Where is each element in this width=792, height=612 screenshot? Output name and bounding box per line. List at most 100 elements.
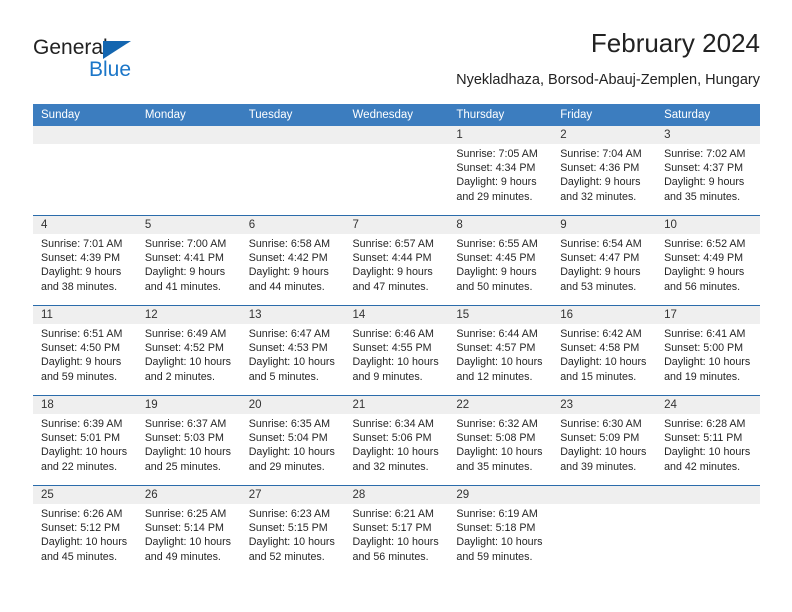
calendar-day-cell[interactable]: 15 Sunrise: 6:44 AM Sunset: 4:57 PM Dayligh… (448, 305, 553, 396)
day-number: 6 (240, 216, 345, 234)
day-daylight-line2-text: and 25 minutes. (144, 460, 221, 473)
day-cell-inner: 18 Sunrise: 6:39 AM Sunset: 5:01 PM Dayligh… (33, 396, 137, 485)
calendar-day-cell[interactable]: 5 Sunrise: 7:00 AM Sunset: 4:41 PM Daylight… (136, 215, 241, 306)
day-sunset-text: Sunset: 5:12 PM (41, 522, 121, 535)
day-sunset-text: Sunset: 5:18 PM (456, 522, 536, 535)
day-daylight-line2-text: and 35 minutes. (456, 460, 533, 473)
calendar-day-cell[interactable]: 2 Sunrise: 7:04 AM Sunset: 4:36 PM Daylight… (552, 126, 657, 216)
day-sunset-text: Sunset: 4:58 PM (560, 342, 640, 355)
calendar-day-cell[interactable]: 3 Sunrise: 7:02 AM Sunset: 4:37 PM Daylight… (656, 126, 760, 216)
day-sunset-text: Sunset: 4:55 PM (352, 342, 432, 355)
calendar-day-cell[interactable]: 9 Sunrise: 6:54 AM Sunset: 4:47 PM Daylight… (552, 215, 657, 306)
calendar-day-cell[interactable]: 4 Sunrise: 7:01 AM Sunset: 4:39 PM Daylight… (33, 215, 137, 306)
day-sunrise-text: Sunrise: 6:39 AM (41, 418, 123, 430)
calendar-day-cell[interactable]: 1 Sunrise: 7:05 AM Sunset: 4:34 PM Daylight… (448, 126, 553, 216)
day-cell-inner: 21 Sunrise: 6:34 AM Sunset: 5:06 PM Dayligh… (344, 396, 449, 485)
calendar-day-cell[interactable]: 21 Sunrise: 6:34 AM Sunset: 5:06 PM Dayligh… (344, 395, 449, 486)
calendar-day-cell[interactable]: 28 Sunrise: 6:21 AM Sunset: 5:17 PM Dayligh… (344, 485, 449, 575)
day-number: 12 (136, 306, 241, 324)
calendar-day-cell[interactable]: 18 Sunrise: 6:39 AM Sunset: 5:01 PM Dayligh… (33, 395, 137, 486)
calendar-day-cell[interactable]: 26 Sunrise: 6:25 AM Sunset: 5:14 PM Dayligh… (136, 485, 241, 575)
calendar-day-cell[interactable]: 27 Sunrise: 6:23 AM Sunset: 5:15 PM Dayligh… (240, 485, 345, 575)
day-cell-inner: 16 Sunrise: 6:42 AM Sunset: 4:58 PM Dayligh… (552, 306, 657, 395)
day-sunrise-text: Sunrise: 7:05 AM (456, 148, 538, 160)
calendar-day-cell[interactable]: 11 Sunrise: 6:51 AM Sunset: 4:50 PM Dayligh… (33, 305, 137, 396)
day-daylight-line1-text: Daylight: 10 hours (248, 446, 335, 459)
day-daylight-line1-text: Daylight: 10 hours (248, 536, 335, 549)
day-sunrise-text: Sunrise: 6:37 AM (144, 418, 227, 430)
day-daylight-line1-text: Daylight: 9 hours (664, 266, 745, 279)
calendar-day-cell[interactable]: 24 Sunrise: 6:28 AM Sunset: 5:11 PM Dayligh… (656, 395, 760, 486)
day-sunrise-text: Sunrise: 6:46 AM (352, 328, 434, 340)
day-sun-info: Sunrise: 6:41 AM Sunset: 5:00 PM Daylight:… (656, 324, 760, 384)
day-sun-info: Sunrise: 7:02 AM Sunset: 4:37 PM Daylight:… (656, 144, 760, 204)
day-daylight-line1-text: Daylight: 10 hours (560, 446, 647, 459)
calendar-day-cell[interactable]: 23 Sunrise: 6:30 AM Sunset: 5:09 PM Dayligh… (552, 395, 657, 486)
day-sunset-text: Sunset: 5:04 PM (248, 432, 328, 445)
day-daylight-line1-text: Daylight: 9 hours (41, 266, 122, 279)
day-daylight-line1-text: Daylight: 10 hours (560, 356, 647, 369)
calendar-day-cell[interactable]: 19 Sunrise: 6:37 AM Sunset: 5:03 PM Dayligh… (136, 395, 241, 486)
calendar-day-cell[interactable]: 17 Sunrise: 6:41 AM Sunset: 5:00 PM Dayligh… (656, 305, 760, 396)
day-sunrise-text: Sunrise: 6:44 AM (456, 328, 538, 340)
calendar-day-cell[interactable]: 22 Sunrise: 6:32 AM Sunset: 5:08 PM Dayligh… (448, 395, 553, 486)
day-daylight-line1-text: Daylight: 9 hours (456, 266, 537, 279)
calendar-day-cell[interactable]: 7 Sunrise: 6:57 AM Sunset: 4:44 PM Daylight… (344, 215, 449, 306)
day-sunset-text: Sunset: 5:17 PM (352, 522, 432, 535)
day-daylight-line2-text: and 22 minutes. (41, 460, 118, 473)
day-sun-info: Sunrise: 6:46 AM Sunset: 4:55 PM Daylight:… (345, 324, 449, 384)
day-daylight-line2-text: and 12 minutes. (456, 370, 533, 383)
day-cell-inner: 11 Sunrise: 6:51 AM Sunset: 4:50 PM Dayligh… (33, 306, 137, 395)
general-blue-logo[interactable]: General Blue (33, 36, 233, 92)
day-sunset-text: Sunset: 4:41 PM (144, 252, 224, 265)
day-number: 29 (448, 486, 553, 504)
calendar-day-cell[interactable]: 13 Sunrise: 6:47 AM Sunset: 4:53 PM Dayligh… (240, 305, 345, 396)
calendar-day-cell[interactable]: 20 Sunrise: 6:35 AM Sunset: 5:04 PM Dayligh… (240, 395, 345, 486)
calendar-day-cell[interactable]: 6 Sunrise: 6:58 AM Sunset: 4:42 PM Daylight… (240, 215, 345, 306)
day-sunrise-text: Sunrise: 6:32 AM (456, 418, 538, 430)
day-sunrise-text: Sunrise: 6:41 AM (664, 328, 746, 340)
day-number: 28 (344, 486, 449, 504)
day-daylight-line2-text: and 9 minutes. (352, 370, 423, 383)
day-cell-inner: 2 Sunrise: 7:04 AM Sunset: 4:36 PM Daylight… (552, 126, 657, 215)
logo-triangle-icon (103, 41, 131, 59)
weekday-header-row: Sunday Monday Tuesday Wednesday Thursday… (33, 104, 760, 126)
day-sunset-text: Sunset: 5:11 PM (664, 432, 743, 445)
day-cell-inner: 5 Sunrise: 7:00 AM Sunset: 4:41 PM Daylight… (136, 216, 241, 305)
day-daylight-line1-text: Daylight: 10 hours (41, 536, 128, 549)
day-number: 26 (136, 486, 241, 504)
day-cell-inner: 7 Sunrise: 6:57 AM Sunset: 4:44 PM Daylight… (344, 216, 449, 305)
calendar-day-cell[interactable]: 12 Sunrise: 6:49 AM Sunset: 4:52 PM Dayligh… (136, 305, 241, 396)
calendar-day-cell[interactable]: 14 Sunrise: 6:46 AM Sunset: 4:55 PM Dayligh… (344, 305, 449, 396)
day-cell-inner: 6 Sunrise: 6:58 AM Sunset: 4:42 PM Daylight… (240, 216, 345, 305)
day-sunrise-text: Sunrise: 6:34 AM (352, 418, 434, 430)
day-cell-inner: 23 Sunrise: 6:30 AM Sunset: 5:09 PM Dayligh… (552, 396, 657, 485)
weekday-header-monday: Monday (136, 104, 241, 126)
day-daylight-line2-text: and 49 minutes. (144, 550, 221, 563)
calendar-day-cell[interactable]: 16 Sunrise: 6:42 AM Sunset: 4:58 PM Dayligh… (552, 305, 657, 396)
day-number: 9 (552, 216, 657, 234)
day-sun-info: Sunrise: 6:26 AM Sunset: 5:12 PM Daylight:… (33, 504, 137, 564)
day-sun-info: Sunrise: 6:49 AM Sunset: 4:52 PM Daylight:… (137, 324, 241, 384)
day-sunrise-text: Sunrise: 6:54 AM (560, 238, 642, 250)
calendar-week-row: 1 Sunrise: 7:05 AM Sunset: 4:34 PM Daylight… (33, 126, 760, 216)
day-sunset-text: Sunset: 5:15 PM (248, 522, 328, 535)
calendar-day-cell (136, 126, 241, 216)
day-sun-info: Sunrise: 6:37 AM Sunset: 5:03 PM Daylight:… (137, 414, 241, 474)
day-sunset-text: Sunset: 4:57 PM (456, 342, 536, 355)
day-sun-info: Sunrise: 6:32 AM Sunset: 5:08 PM Daylight:… (448, 414, 552, 474)
day-sun-info: Sunrise: 7:04 AM Sunset: 4:36 PM Daylight:… (552, 144, 656, 204)
day-cell-inner: 22 Sunrise: 6:32 AM Sunset: 5:08 PM Dayligh… (448, 396, 553, 485)
page-header: General Blue February 2024 Nyekladhaza, … (33, 28, 760, 98)
calendar-day-cell[interactable]: 10 Sunrise: 6:52 AM Sunset: 4:49 PM Dayligh… (656, 215, 760, 306)
calendar-day-cell[interactable]: 25 Sunrise: 6:26 AM Sunset: 5:12 PM Dayligh… (33, 485, 137, 575)
calendar-day-cell[interactable]: 8 Sunrise: 6:55 AM Sunset: 4:45 PM Daylight… (448, 215, 553, 306)
calendar-body: 1 Sunrise: 7:05 AM Sunset: 4:34 PM Daylight… (33, 126, 760, 575)
calendar-day-cell[interactable]: 29 Sunrise: 6:19 AM Sunset: 5:18 PM Dayligh… (448, 485, 553, 575)
day-number (344, 126, 449, 144)
day-number: 5 (136, 216, 241, 234)
day-cell-inner: 19 Sunrise: 6:37 AM Sunset: 5:03 PM Dayligh… (136, 396, 241, 485)
day-daylight-line1-text: Daylight: 10 hours (664, 356, 751, 369)
day-sun-info: Sunrise: 6:44 AM Sunset: 4:57 PM Daylight:… (448, 324, 552, 384)
day-cell-inner: 12 Sunrise: 6:49 AM Sunset: 4:52 PM Dayligh… (136, 306, 241, 395)
